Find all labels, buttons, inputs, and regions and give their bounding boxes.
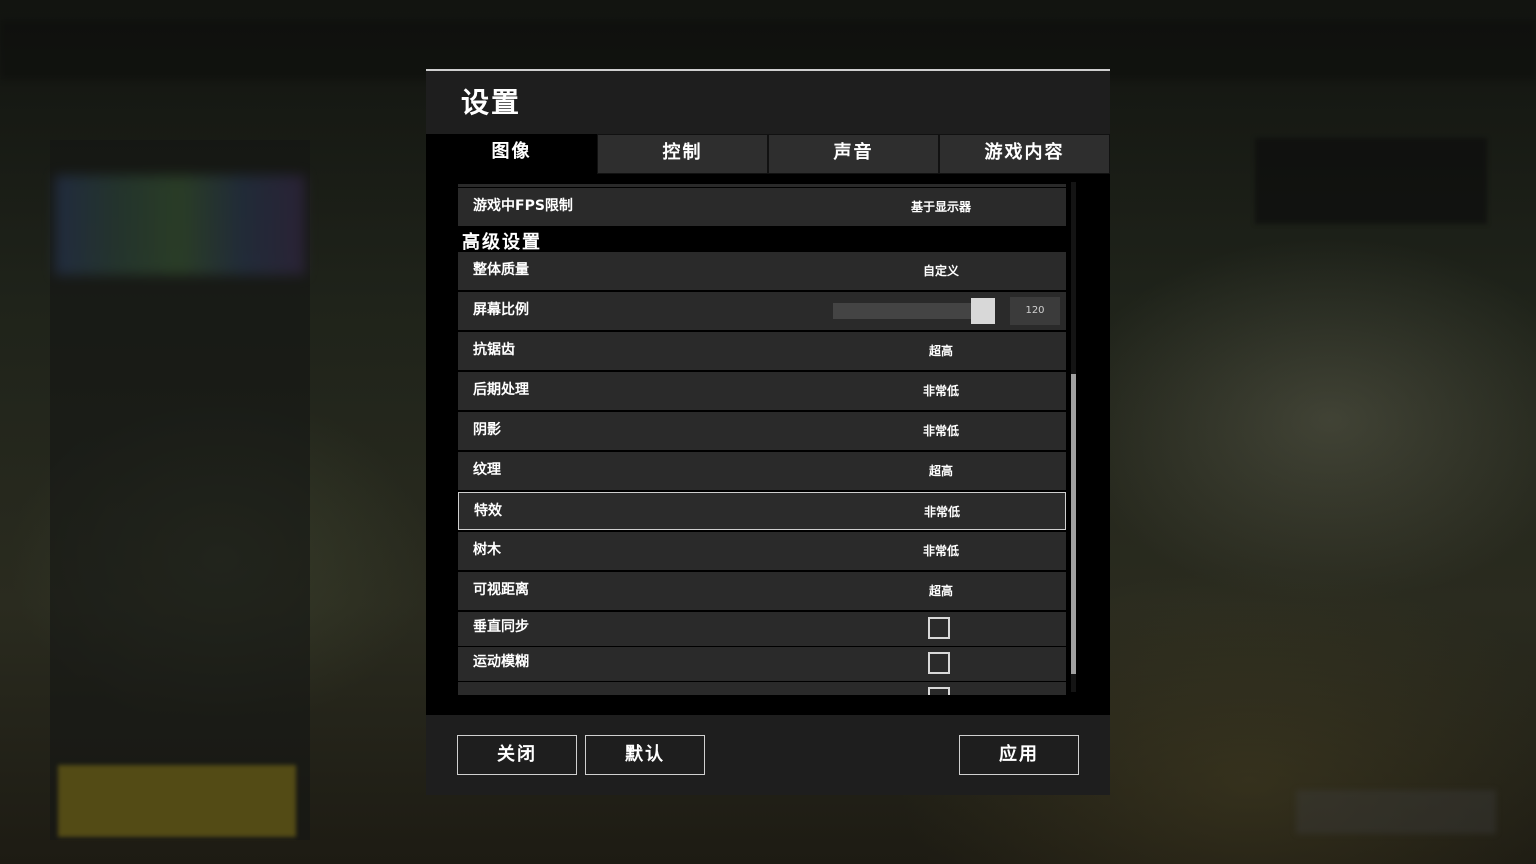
slider-thumb[interactable] — [971, 298, 995, 324]
dialog-footer: 关闭 默认 应用 — [426, 715, 1110, 795]
setting-value: 超高 — [928, 584, 953, 598]
setting-motion-blur: 运动模糊 — [458, 647, 1066, 681]
setting-label: 特效 — [474, 503, 502, 519]
setting-vsync: 垂直同步 — [458, 612, 1066, 646]
tab-controls[interactable]: 控制 — [597, 134, 768, 174]
dialog-title: 设置 — [461, 86, 522, 119]
setting-label: 可视距离 — [473, 582, 529, 598]
setting-value: 非常低 — [922, 424, 959, 438]
tab-graphics[interactable]: 图像 — [426, 134, 597, 174]
setting-foliage[interactable]: 树木 非常低 — [458, 532, 1066, 570]
setting-overall-quality[interactable]: 整体质量 自定义 — [458, 252, 1066, 290]
screen-scale-slider[interactable] — [833, 298, 995, 324]
background-card — [1255, 138, 1487, 224]
close-button[interactable]: 关闭 — [457, 735, 577, 775]
settings-dialog: 设置 图像 控制 声音 游戏内容 游戏中FPS限制 基于显示器 高级设置 整体质… — [426, 69, 1110, 795]
scrollbar-thumb[interactable] — [1071, 374, 1076, 674]
background-start-button — [58, 765, 296, 837]
setting-label: 纹理 — [473, 462, 501, 478]
setting-value: 超高 — [928, 464, 953, 478]
partial-checkbox[interactable] — [928, 687, 950, 695]
partial-row-top — [458, 184, 1066, 187]
setting-post-processing[interactable]: 后期处理 非常低 — [458, 372, 1066, 410]
slider-fill — [833, 303, 983, 319]
setting-effects[interactable]: 特效 非常低 — [458, 492, 1066, 530]
setting-value: 超高 — [928, 344, 953, 358]
setting-view-distance[interactable]: 可视距离 超高 — [458, 572, 1066, 610]
setting-value: 非常低 — [922, 384, 959, 398]
tab-sound[interactable]: 声音 — [768, 134, 939, 174]
apply-button[interactable]: 应用 — [959, 735, 1079, 775]
settings-list[interactable]: 游戏中FPS限制 基于显示器 高级设置 整体质量 自定义 屏幕比例 120 抗锯… — [458, 184, 1068, 695]
setting-textures[interactable]: 纹理 超高 — [458, 452, 1066, 490]
setting-label: 运动模糊 — [473, 654, 529, 670]
background-banner — [55, 175, 305, 275]
setting-label: 抗锯齿 — [473, 342, 515, 358]
setting-value: 基于显示器 — [910, 200, 971, 214]
setting-screen-scale: 屏幕比例 120 — [458, 292, 1066, 330]
dialog-top-border — [426, 69, 1110, 71]
background-icons — [1296, 790, 1496, 834]
setting-value: 非常低 — [922, 544, 959, 558]
motion-blur-checkbox[interactable] — [928, 652, 950, 674]
setting-value: 非常低 — [923, 505, 960, 519]
setting-label: 游戏中FPS限制 — [473, 198, 573, 214]
settings-content: 游戏中FPS限制 基于显示器 高级设置 整体质量 自定义 屏幕比例 120 抗锯… — [426, 174, 1110, 715]
screen-scale-value[interactable]: 120 — [1010, 297, 1060, 325]
setting-label: 整体质量 — [473, 262, 529, 278]
advanced-settings-heading: 高级设置 — [462, 232, 542, 253]
tab-gameplay[interactable]: 游戏内容 — [939, 134, 1110, 174]
setting-label: 阴影 — [473, 422, 501, 438]
settings-tabs: 图像 控制 声音 游戏内容 — [426, 134, 1110, 174]
partial-row-bottom — [458, 682, 1066, 695]
setting-label: 后期处理 — [473, 382, 529, 398]
setting-anti-aliasing[interactable]: 抗锯齿 超高 — [458, 332, 1066, 370]
setting-label: 屏幕比例 — [473, 302, 529, 318]
vsync-checkbox[interactable] — [928, 617, 950, 639]
settings-scrollbar[interactable] — [1071, 182, 1076, 692]
setting-fps-limit[interactable]: 游戏中FPS限制 基于显示器 — [458, 188, 1066, 226]
setting-label: 垂直同步 — [473, 619, 529, 635]
setting-shadows[interactable]: 阴影 非常低 — [458, 412, 1066, 450]
setting-value: 自定义 — [922, 264, 959, 278]
default-button[interactable]: 默认 — [585, 735, 705, 775]
setting-label: 树木 — [473, 542, 501, 558]
